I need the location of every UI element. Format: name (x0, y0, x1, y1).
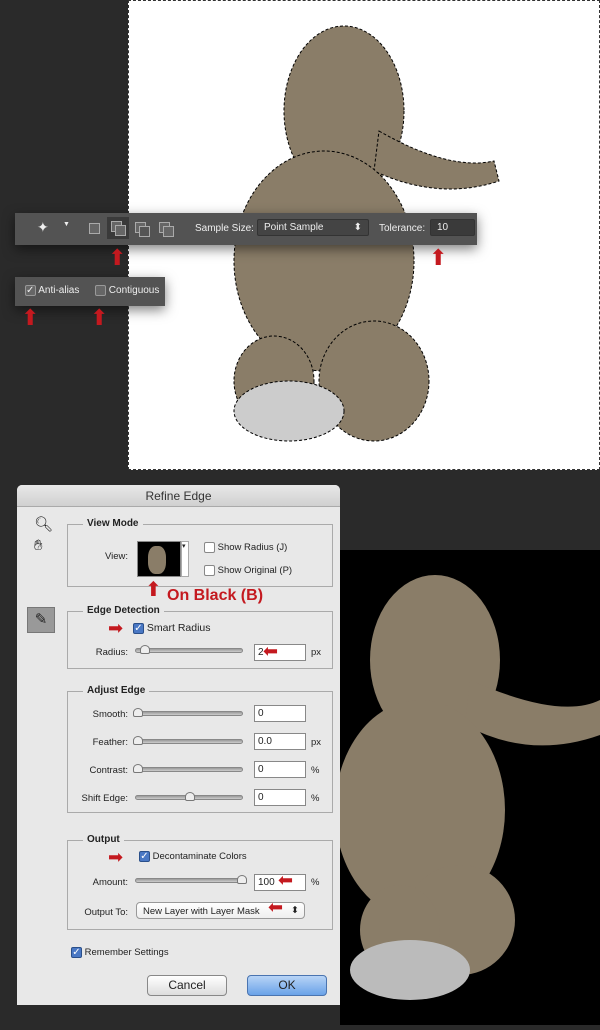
output-group: Output ➡ ✓ Decontaminate Colors Amount: … (67, 834, 333, 930)
radius-slider[interactable] (135, 645, 243, 654)
arrow-up-icon: ⬆ (145, 579, 162, 601)
amount-slider[interactable] (135, 875, 247, 884)
view-mode-group: View Mode View: ▾ Show Radius (J) Show O… (67, 518, 333, 587)
new-selection-icon[interactable] (89, 223, 100, 234)
feather-unit: px (311, 737, 322, 748)
arrow-left-icon: ⬅ (263, 641, 279, 661)
smooth-input[interactable]: 0 (254, 705, 306, 722)
options-bar-secondary: ✓ Anti-alias Contiguous (15, 277, 165, 306)
radius-unit: px (311, 647, 322, 658)
arrow-up-icon: ⬆ (90, 305, 109, 330)
arrow-left-icon: ⬅ (278, 870, 294, 890)
smooth-slider[interactable] (133, 708, 243, 717)
on-black-preview (335, 550, 600, 1025)
edge-detection-group: Edge Detection ➡ ✓ Smart Radius Radius: … (67, 605, 333, 669)
feather-slider[interactable] (133, 736, 243, 745)
on-black-annotation: On Black (B) (167, 587, 264, 604)
contrast-unit: % (311, 765, 320, 776)
arrow-right-icon: ➡ (108, 847, 124, 867)
anti-alias-label: Anti-alias (38, 285, 80, 297)
contrast-input[interactable]: 0 (254, 761, 306, 778)
arrow-up-icon: ⬆ (21, 305, 40, 330)
slider-knob[interactable] (185, 792, 195, 801)
shift-edge-slider[interactable] (135, 792, 243, 801)
cancel-button[interactable]: Cancel (147, 975, 227, 996)
tolerance-input[interactable]: 10 (430, 219, 475, 236)
refine-radius-tool-icon[interactable]: ✎ (27, 607, 55, 633)
output-to-label: Output To: (84, 907, 128, 918)
magic-wand-icon[interactable]: ✦ (37, 219, 49, 236)
show-original-label: Show Original (P) (217, 565, 293, 577)
ok-button[interactable]: OK (247, 975, 327, 996)
arrow-up-icon: ⬆ (429, 245, 448, 270)
hand-tool-icon[interactable]: ✋︎ (34, 537, 43, 554)
arrow-up-icon: ⬆ (108, 245, 127, 270)
remember-settings-label: Remember Settings (84, 947, 169, 959)
shift-edge-unit: % (311, 793, 320, 804)
arrow-left-icon: ⬅ (268, 897, 284, 917)
radius-label: Radius: (95, 647, 128, 658)
dialog-title: Refine Edge (17, 485, 340, 507)
stepper-icon: ⬍ (353, 222, 362, 233)
amount-label: Amount: (92, 877, 128, 888)
view-label: View: (104, 551, 128, 562)
feather-label: Feather: (92, 737, 128, 748)
edge-detection-legend: Edge Detection (83, 605, 164, 616)
smart-radius-label: Smart Radius (146, 622, 211, 634)
smart-radius-checkbox[interactable]: ✓ Smart Radius (133, 622, 211, 634)
sample-size-label: Sample Size: (195, 223, 254, 234)
chevron-down-icon[interactable]: ▼ (63, 221, 70, 228)
zoom-tool-icon[interactable]: 🔍︎ (34, 515, 53, 533)
contiguous-checkbox[interactable]: Contiguous (95, 285, 159, 296)
slider-knob[interactable] (133, 764, 143, 773)
adjust-edge-group: Adjust Edge Smooth: 0 Feather: 0.0 px Co… (67, 685, 333, 813)
view-mode-legend: View Mode (83, 518, 143, 529)
show-radius-label: Show Radius (J) (217, 542, 288, 554)
decontaminate-colors-label: Decontaminate Colors (152, 851, 247, 863)
decontaminate-colors-checkbox[interactable]: ✓ Decontaminate Colors (139, 851, 247, 862)
output-to-value: New Layer with Layer Mask (143, 906, 260, 917)
amount-unit: % (311, 877, 320, 888)
contrast-slider[interactable] (133, 764, 243, 773)
contrast-label: Contrast: (89, 765, 128, 776)
options-toolbar: ✦ ▼ Sample Size: Point Sample ⬍ Tolerance… (15, 213, 477, 245)
slider-knob[interactable] (133, 708, 143, 717)
slider-knob[interactable] (133, 736, 143, 745)
slider-knob[interactable] (237, 875, 247, 884)
sample-size-value: Point Sample (264, 222, 324, 233)
shift-edge-label: Shift Edge: (81, 793, 128, 804)
anti-alias-checkbox[interactable]: ✓ Anti-alias (25, 285, 79, 296)
show-original-checkbox[interactable]: Show Original (P) (204, 565, 292, 576)
view-mode-thumbnail[interactable] (137, 541, 181, 577)
feather-input[interactable]: 0.0 (254, 733, 306, 750)
refine-edge-dialog: Refine Edge 🔍︎ ✋︎ ✎ View Mode View: ▾ Sh… (17, 485, 340, 1005)
arrow-right-icon: ➡ (108, 618, 124, 638)
stepper-icon: ⬍ (291, 905, 299, 916)
remember-settings-checkbox[interactable]: ✓ Remember Settings (71, 947, 169, 958)
slider-knob[interactable] (140, 645, 150, 654)
shift-edge-input[interactable]: 0 (254, 789, 306, 806)
add-to-selection-icon[interactable] (107, 217, 129, 239)
smooth-label: Smooth: (92, 709, 128, 720)
adjust-edge-legend: Adjust Edge (83, 685, 150, 696)
contiguous-label: Contiguous (108, 285, 160, 297)
view-dropdown-toggle[interactable]: ▾ (181, 541, 189, 577)
radius-input[interactable]: 2 (254, 644, 306, 661)
sample-size-select[interactable]: Point Sample ⬍ (257, 219, 369, 236)
tolerance-label: Tolerance: (379, 223, 426, 234)
elephant-preview-image (335, 575, 600, 1000)
show-radius-checkbox[interactable]: Show Radius (J) (204, 542, 287, 553)
output-legend: Output (83, 834, 124, 845)
